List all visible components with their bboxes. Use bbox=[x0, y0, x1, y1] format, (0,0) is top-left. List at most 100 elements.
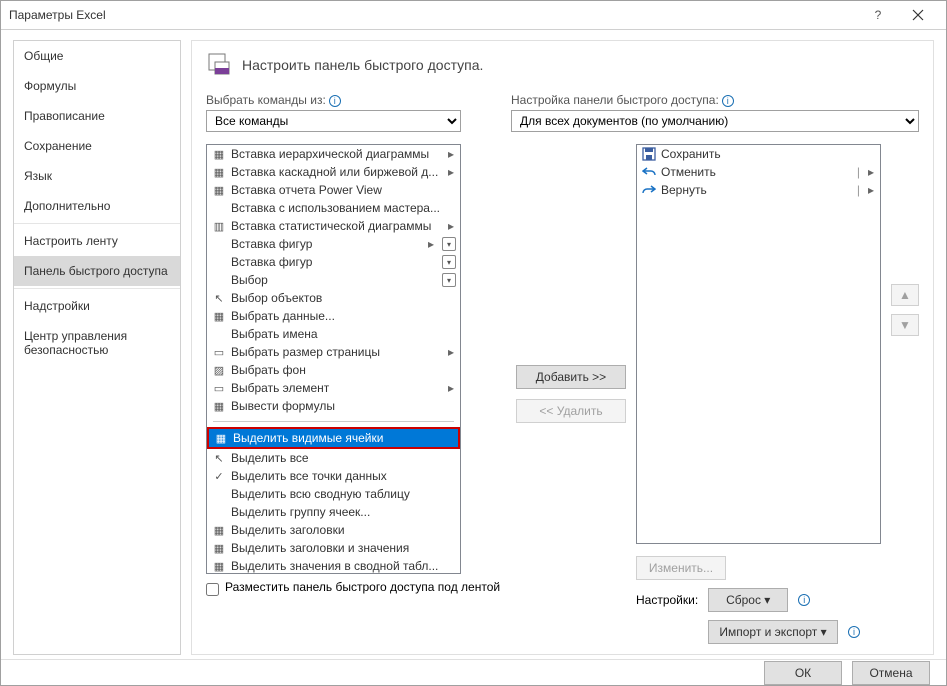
settings-label: Настройки: bbox=[636, 593, 698, 607]
sidebar-item[interactable]: Надстройки bbox=[14, 291, 180, 321]
command-icon: ✓ bbox=[211, 468, 227, 484]
help-button[interactable]: ? bbox=[858, 1, 898, 29]
ok-button[interactable]: ОК bbox=[764, 661, 842, 685]
command-icon bbox=[211, 272, 227, 288]
sidebar-item[interactable]: Панель быстрого доступа bbox=[14, 256, 180, 286]
show-below-ribbon-checkbox[interactable]: Разместить панель быстрого доступа под л… bbox=[206, 580, 506, 596]
command-item[interactable]: ▦Вставка иерархической диаграммы▸ bbox=[207, 145, 460, 163]
undo-icon bbox=[641, 164, 657, 180]
sidebar-item[interactable]: Общие bbox=[14, 41, 180, 71]
middle-buttons: Добавить >> << Удалить bbox=[516, 144, 626, 644]
import-export-button[interactable]: Импорт и экспорт ▾ bbox=[708, 620, 838, 644]
close-button[interactable] bbox=[898, 1, 938, 29]
command-icon: ▦ bbox=[211, 558, 227, 574]
command-item[interactable]: ✓Выделить все точки данных bbox=[207, 467, 460, 485]
command-icon: ▦ bbox=[211, 146, 227, 162]
command-icon: ▦ bbox=[213, 430, 229, 446]
command-item[interactable]: Выделить группу ячеек... bbox=[207, 503, 460, 521]
command-item[interactable]: ↖Выделить все bbox=[207, 449, 460, 467]
cancel-button[interactable]: Отмена bbox=[852, 661, 930, 685]
command-icon: ↖ bbox=[211, 290, 227, 306]
add-button[interactable]: Добавить >> bbox=[516, 365, 626, 389]
command-item[interactable]: ▦Выделить заголовки и значения bbox=[207, 539, 460, 557]
show-below-ribbon-input[interactable] bbox=[206, 583, 219, 596]
chevron-right-icon: ▸ bbox=[446, 147, 456, 161]
command-item[interactable]: Вставка с использованием мастера... bbox=[207, 199, 460, 217]
selectors-row: Выбрать команды из:i Все команды Настрой… bbox=[206, 93, 919, 132]
qat-item[interactable]: Сохранить bbox=[637, 145, 880, 163]
command-item[interactable]: ↖Выбор объектов bbox=[207, 289, 460, 307]
excel-options-dialog: Параметры Excel ? ОбщиеФормулыПравописан… bbox=[0, 0, 947, 686]
customize-qat-label: Настройка панели быстрого доступа:i bbox=[511, 93, 919, 107]
command-item[interactable]: Вставка фигур▾ bbox=[207, 253, 460, 271]
command-item[interactable]: ▭Выбрать размер страницы▸ bbox=[207, 343, 460, 361]
command-item[interactable]: ▥Вставка статистической диаграммы▸ bbox=[207, 217, 460, 235]
command-icon: ▨ bbox=[211, 362, 227, 378]
command-icon: ▦ bbox=[211, 540, 227, 556]
command-icon bbox=[211, 254, 227, 270]
titlebar: Параметры Excel ? bbox=[1, 1, 946, 30]
chevron-right-icon: ▸ bbox=[446, 381, 456, 395]
dropdown-icon[interactable]: ▾ bbox=[442, 255, 456, 269]
info-icon[interactable]: i bbox=[329, 95, 341, 107]
qat-item[interactable]: Вернуть|▸ bbox=[637, 181, 880, 199]
command-item[interactable]: ▦Вывести формулы bbox=[207, 397, 460, 415]
command-item[interactable]: ▦Выбрать данные... bbox=[207, 307, 460, 325]
command-icon: ▦ bbox=[211, 398, 227, 414]
sidebar-item[interactable]: Язык bbox=[14, 161, 180, 191]
choose-commands-label: Выбрать команды из:i bbox=[206, 93, 461, 107]
save-icon bbox=[641, 146, 657, 162]
sidebar-item[interactable]: Правописание bbox=[14, 101, 180, 131]
command-icon: ▥ bbox=[211, 218, 227, 234]
sidebar-item[interactable]: Центр управления безопасностью bbox=[14, 321, 180, 365]
move-up-button: ▲ bbox=[891, 284, 919, 306]
info-icon[interactable]: i bbox=[848, 626, 860, 638]
command-icon bbox=[211, 486, 227, 502]
command-icon: ▭ bbox=[211, 344, 227, 360]
redo-icon bbox=[641, 182, 657, 198]
command-item[interactable]: Выбрать имена bbox=[207, 325, 460, 343]
lists-row: ▦Вставка иерархической диаграммы▸▦Вставк… bbox=[206, 144, 919, 644]
chevron-right-icon: ▸ bbox=[446, 345, 456, 359]
close-icon bbox=[912, 9, 924, 21]
command-icon bbox=[211, 236, 227, 252]
command-item[interactable]: ▨Выбрать фон bbox=[207, 361, 460, 379]
command-item[interactable]: Выделить всю сводную таблицу bbox=[207, 485, 460, 503]
command-item[interactable]: ▦Вставка отчета Power View bbox=[207, 181, 460, 199]
qat-icon bbox=[206, 51, 234, 79]
sidebar-item[interactable]: Формулы bbox=[14, 71, 180, 101]
reset-button[interactable]: Сброс ▾ bbox=[708, 588, 788, 612]
command-item[interactable]: ▦Выделить заголовки bbox=[207, 521, 460, 539]
dialog-title: Параметры Excel bbox=[9, 8, 858, 22]
right-stack: СохранитьОтменить|▸Вернуть|▸ Изменить...… bbox=[636, 144, 881, 644]
command-item[interactable]: ▭Выбрать элемент▸ bbox=[207, 379, 460, 397]
choose-commands-select[interactable]: Все команды bbox=[206, 110, 461, 132]
command-item[interactable]: Вставка фигур▸▾ bbox=[207, 235, 460, 253]
info-icon[interactable]: i bbox=[722, 95, 734, 107]
info-icon[interactable]: i bbox=[798, 594, 810, 606]
chevron-right-icon: ▸ bbox=[866, 165, 876, 179]
sidebar-item[interactable]: Дополнительно bbox=[14, 191, 180, 221]
category-sidebar[interactable]: ОбщиеФормулыПравописаниеСохранениеЯзыкДо… bbox=[13, 40, 181, 655]
customize-qat-select[interactable]: Для всех документов (по умолчанию) bbox=[511, 110, 919, 132]
command-icon: ▦ bbox=[211, 164, 227, 180]
main-panel: Настроить панель быстрого доступа. Выбра… bbox=[191, 40, 934, 655]
command-item[interactable]: ▦Вставка каскадной или биржевой д...▸ bbox=[207, 163, 460, 181]
qat-listbox[interactable]: СохранитьОтменить|▸Вернуть|▸ bbox=[636, 144, 881, 544]
dialog-body: ОбщиеФормулыПравописаниеСохранениеЯзыкДо… bbox=[1, 30, 946, 655]
move-down-button: ▼ bbox=[891, 314, 919, 336]
main-header: Настроить панель быстрого доступа. bbox=[206, 51, 919, 79]
command-item[interactable]: ▦Выделить видимые ячейки bbox=[207, 427, 460, 449]
command-icon bbox=[211, 200, 227, 216]
command-icon: ↖ bbox=[211, 450, 227, 466]
dropdown-icon[interactable]: ▾ bbox=[442, 273, 456, 287]
commands-listbox[interactable]: ▦Вставка иерархической диаграммы▸▦Вставк… bbox=[206, 144, 461, 574]
dropdown-icon[interactable]: ▾ bbox=[442, 237, 456, 251]
command-item[interactable]: Выбор▾ bbox=[207, 271, 460, 289]
sidebar-item[interactable]: Сохранение bbox=[14, 131, 180, 161]
qat-item[interactable]: Отменить|▸ bbox=[637, 163, 880, 181]
command-item[interactable]: ▦Выделить значения в сводной табл... bbox=[207, 557, 460, 574]
command-icon: ▦ bbox=[211, 182, 227, 198]
chevron-right-icon: ▸ bbox=[426, 237, 436, 251]
sidebar-item[interactable]: Настроить ленту bbox=[14, 226, 180, 256]
